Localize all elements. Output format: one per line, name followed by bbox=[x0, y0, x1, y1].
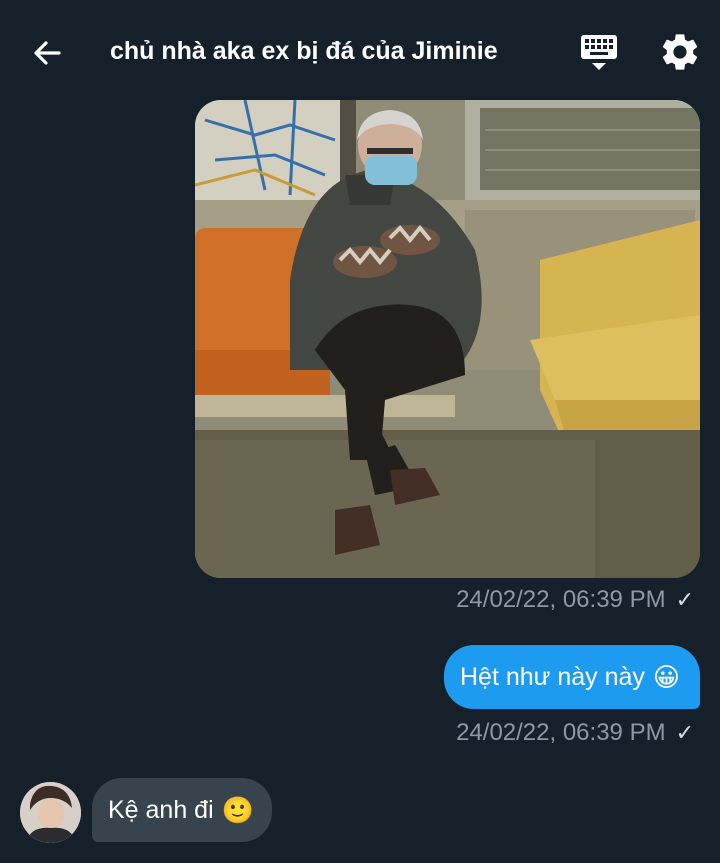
user-avatar-image bbox=[20, 782, 81, 843]
gear-icon bbox=[662, 34, 698, 70]
conversation-title[interactable]: chủ nhà aka ex bị đá của Jiminie bbox=[110, 37, 550, 66]
sent-image-message[interactable] bbox=[195, 100, 700, 578]
arrow-left-icon bbox=[34, 41, 61, 65]
sent-text-message[interactable]: Hệt như này này 😀 bbox=[443, 645, 700, 709]
received-text-message[interactable]: Kệ anh đi 🙂 bbox=[92, 778, 273, 842]
sent-check-icon: ✓ bbox=[675, 587, 694, 612]
back-button[interactable] bbox=[26, 32, 68, 74]
keyboard-button[interactable] bbox=[576, 30, 622, 74]
sent-check-icon: ✓ bbox=[675, 720, 694, 745]
timestamp-text: 24/02/22, 06:39 PM bbox=[456, 719, 666, 746]
subway-photo bbox=[195, 100, 700, 578]
dm-conversation-screen: chủ nhà aka ex bị đá của Jiminie 24/02/2… bbox=[0, 0, 720, 863]
keyboard-icon bbox=[581, 35, 617, 70]
message-timestamp: 24/02/22, 06:39 PM ✓ bbox=[456, 719, 694, 747]
message-timestamp: 24/02/22, 06:39 PM ✓ bbox=[456, 586, 694, 614]
message-text: Kệ anh đi bbox=[108, 795, 214, 824]
slightly-smiling-face-emoji: 🙂 bbox=[221, 795, 255, 825]
message-text: Hệt như này này bbox=[459, 662, 645, 691]
timestamp-text: 24/02/22, 06:39 PM bbox=[456, 586, 666, 613]
settings-button[interactable] bbox=[658, 30, 702, 74]
grinning-face-emoji: 😀 bbox=[652, 662, 680, 692]
avatar[interactable] bbox=[20, 782, 81, 843]
conversation-header: chủ nhà aka ex bị đá của Jiminie bbox=[0, 0, 720, 100]
